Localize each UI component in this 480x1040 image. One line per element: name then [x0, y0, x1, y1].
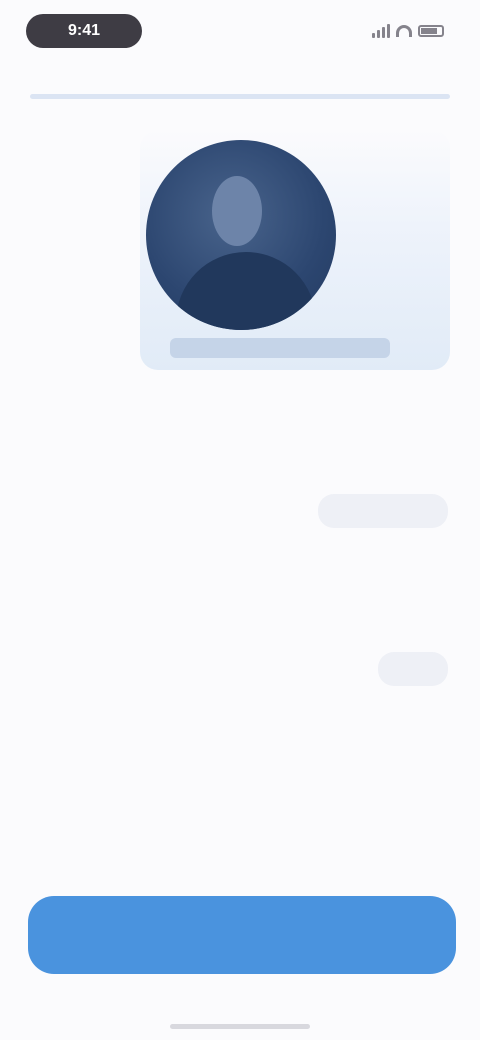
reply-bubble-1[interactable] — [318, 494, 448, 528]
avatar-head — [212, 176, 262, 246]
photo-caption — [170, 338, 390, 358]
profile-photo — [146, 140, 336, 330]
wifi-icon — [396, 25, 412, 37]
home-indicator[interactable] — [170, 1024, 310, 1029]
status-icons — [354, 22, 444, 40]
signal-icon — [372, 24, 390, 38]
status-bar: 9:41 — [0, 0, 480, 70]
primary-action-button[interactable] — [28, 896, 456, 974]
screen: 9:41 — [0, 0, 480, 1040]
battery-icon — [418, 25, 444, 37]
avatar-body — [176, 252, 316, 330]
top-divider — [30, 94, 450, 99]
status-time: 9:41 — [26, 14, 142, 48]
photo-card[interactable] — [140, 130, 450, 370]
reply-bubble-2[interactable] — [378, 652, 448, 686]
